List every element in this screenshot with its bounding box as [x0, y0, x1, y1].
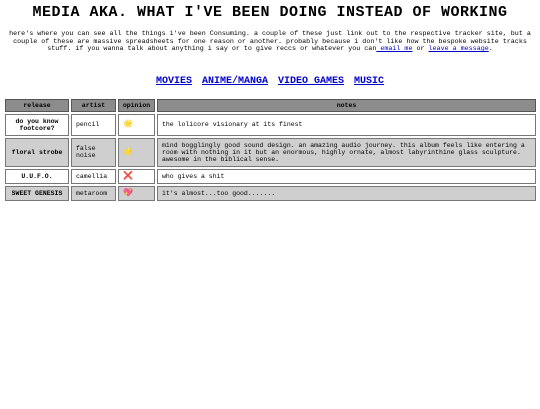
header-artist: artist	[71, 98, 116, 112]
cell-release: U.U.F.O.	[5, 168, 69, 184]
cell-release: do you know footcore?	[5, 113, 69, 136]
cell-notes: the lolicore visionary at its finest	[157, 113, 536, 136]
intro-end: .	[488, 45, 493, 54]
header-opinion: opinion	[118, 98, 155, 112]
email-link[interactable]: email me	[376, 45, 412, 53]
page-title: MEDIA AKA. WHAT I'VE BEEN DOING INSTEAD …	[32, 4, 508, 21]
heart-icon: 💖	[118, 185, 155, 201]
header-notes: notes	[157, 98, 536, 112]
header-release: release	[5, 98, 69, 112]
cell-artist: camellia	[71, 168, 116, 184]
table-row: do you know footcore? pencil 🌟 the lolic…	[5, 113, 536, 136]
cell-notes: it's almost...too good.......	[157, 185, 536, 201]
cell-artist: false noise	[71, 137, 116, 167]
nav-link-anime-manga[interactable]: ANIME/MANGA	[202, 76, 268, 87]
intro-paragraph: here's where you can see all the things …	[6, 30, 534, 54]
intro-or: or	[412, 45, 429, 54]
music-table: release artist opinion notes do you know…	[3, 97, 538, 203]
table-header-row: release artist opinion notes	[5, 98, 536, 112]
table-row: SWEET GENESIS metaroom 💖 it's almost...t…	[5, 185, 536, 201]
cell-notes: who gives a shit	[157, 168, 536, 184]
cell-artist: pencil	[71, 113, 116, 136]
table-row: U.U.F.O. camellia ❌ who gives a shit	[5, 168, 536, 184]
cell-notes: mind bogglingly good sound design. an am…	[157, 137, 536, 167]
cell-release: floral strobe	[5, 137, 69, 167]
table-row: floral strobe false noise 🌟 mind bogglin…	[5, 137, 536, 167]
cross-icon: ❌	[118, 168, 155, 184]
star-icon: 🌟	[118, 137, 155, 167]
category-nav: MOVIES ANIME/MANGA VIDEO GAMES MUSIC	[0, 76, 540, 87]
star-icon: 🌟	[118, 113, 155, 136]
nav-link-movies[interactable]: MOVIES	[156, 76, 192, 87]
leave-message-link[interactable]: leave a message	[429, 45, 489, 53]
nav-link-video-games[interactable]: VIDEO GAMES	[278, 76, 344, 87]
cell-release: SWEET GENESIS	[5, 185, 69, 201]
cell-artist: metaroom	[71, 185, 116, 201]
nav-link-music[interactable]: MUSIC	[354, 76, 384, 87]
